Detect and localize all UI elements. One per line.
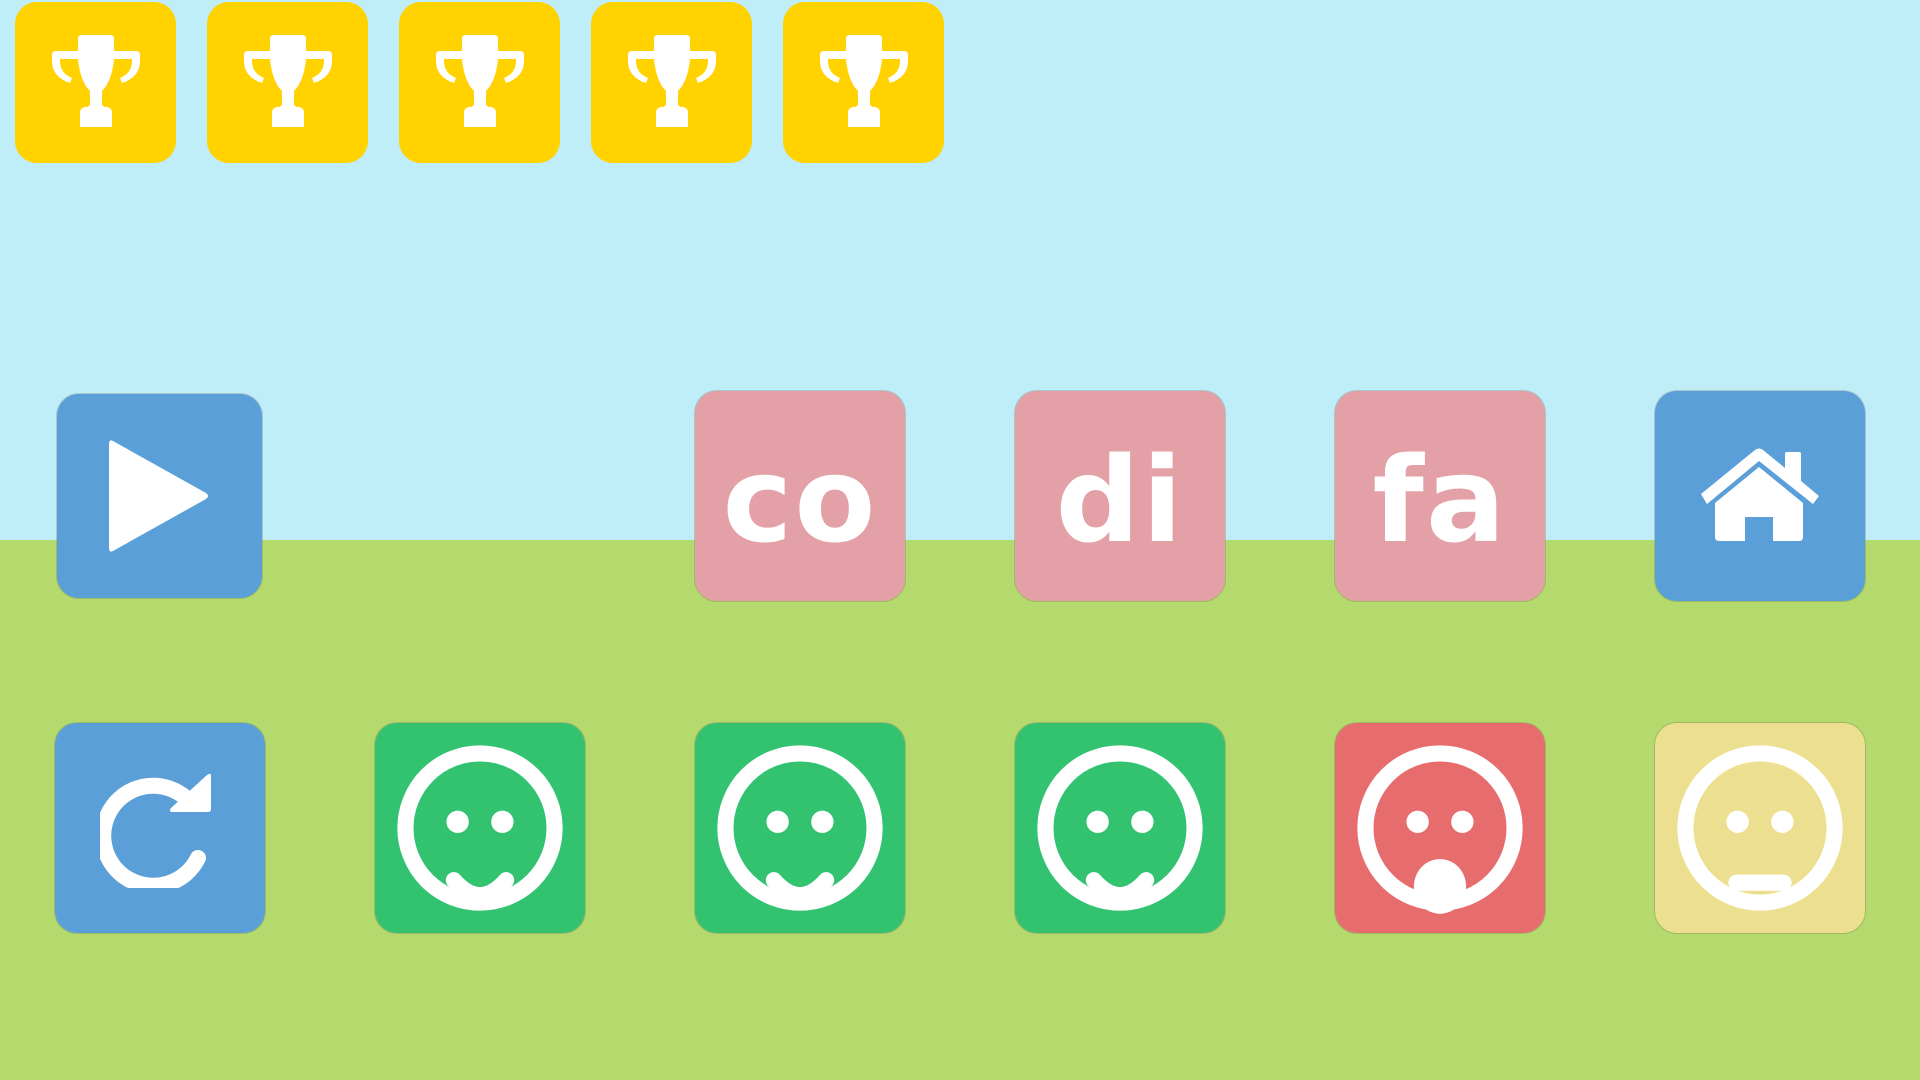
trophy-icon bbox=[51, 34, 140, 127]
trophy-badge bbox=[207, 2, 368, 163]
trophy-icon bbox=[819, 34, 908, 127]
restart-icon bbox=[100, 773, 211, 888]
trophy-icon bbox=[435, 34, 524, 127]
smiley-neutral-icon bbox=[1677, 745, 1843, 911]
feedback-tile-happy bbox=[1015, 723, 1225, 933]
trophy-badge bbox=[399, 2, 560, 163]
syllable-label: di bbox=[1055, 431, 1185, 569]
trophy-badge bbox=[15, 2, 176, 163]
smiley-happy-icon bbox=[717, 745, 883, 911]
smiley-surprised-icon bbox=[1357, 745, 1523, 914]
home-icon bbox=[1701, 448, 1819, 541]
restart-button[interactable] bbox=[55, 723, 265, 933]
feedback-tile-happy bbox=[695, 723, 905, 933]
syllable-tile-co[interactable]: co bbox=[695, 391, 905, 601]
feedback-tile-surprised bbox=[1335, 723, 1545, 933]
syllable-tile-di[interactable]: di bbox=[1015, 391, 1225, 601]
feedback-tile-neutral bbox=[1655, 723, 1865, 933]
feedback-tile-happy bbox=[375, 723, 585, 933]
trophy-icon bbox=[243, 34, 332, 127]
home-button[interactable] bbox=[1655, 391, 1865, 601]
smiley-happy-icon bbox=[1037, 745, 1203, 911]
trophy-badge bbox=[783, 2, 944, 163]
trophy-badge bbox=[591, 2, 752, 163]
smiley-happy-icon bbox=[397, 745, 563, 911]
play-icon bbox=[108, 440, 208, 552]
ground-background bbox=[0, 540, 1920, 1080]
trophy-icon bbox=[627, 34, 716, 127]
play-button[interactable] bbox=[57, 394, 262, 598]
syllable-tile-fa[interactable]: fa bbox=[1335, 391, 1545, 601]
syllable-label: co bbox=[722, 431, 878, 569]
syllable-label: fa bbox=[1372, 431, 1508, 569]
